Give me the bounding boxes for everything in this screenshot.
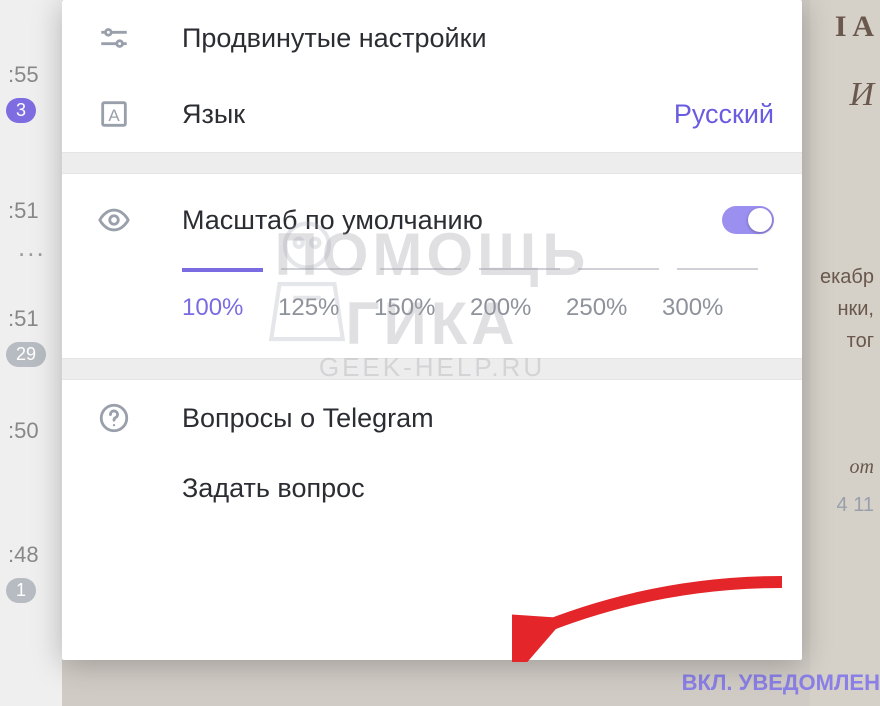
zoom-segment [380, 268, 461, 270]
zoom-slider[interactable]: 100% 125% 150% 200% 250% 300% [182, 268, 758, 324]
section-divider [62, 358, 802, 380]
chat-time: :55 [8, 62, 39, 88]
advanced-settings-label: Продвинутые настройки [182, 23, 774, 54]
settings-panel: Продвинутые настройки A Язык Русский Мас… [62, 0, 802, 660]
zoom-tick[interactable]: 100% [182, 294, 278, 322]
spacer-icon [90, 464, 138, 512]
default-zoom-row: Масштаб по умолчанию [62, 174, 802, 244]
typing-indicator: ... [18, 232, 46, 263]
chat-time: :50 [8, 418, 39, 444]
zoom-segment [281, 268, 362, 270]
zoom-toggle[interactable] [722, 206, 774, 234]
toggle-knob [748, 208, 772, 232]
unread-badge: 3 [6, 98, 36, 123]
zoom-tick[interactable]: 200% [470, 294, 566, 322]
advanced-settings-row[interactable]: Продвинутые настройки [62, 0, 802, 76]
ask-question-label: Задать вопрос [182, 473, 774, 504]
default-zoom-label: Масштаб по умолчанию [182, 205, 722, 236]
unread-badge: 1 [6, 578, 36, 603]
zoom-segment [578, 268, 659, 270]
telegram-faq-label: Вопросы о Telegram [182, 403, 774, 434]
svg-text:A: A [108, 106, 120, 125]
bg-text: I A [835, 10, 874, 44]
zoom-segment [479, 268, 560, 270]
unread-badge: 29 [6, 342, 46, 367]
chat-content-background: I A И екабр нки, тог от 4 11 [810, 0, 880, 706]
section-divider [62, 152, 802, 174]
bg-text: тог [847, 330, 874, 353]
bg-text: нки, [837, 298, 874, 321]
chat-time: :48 [8, 542, 39, 568]
language-icon: A [90, 90, 138, 138]
eye-icon [90, 196, 138, 244]
language-row[interactable]: A Язык Русский [62, 76, 802, 152]
language-value: Русский [674, 99, 774, 130]
notifications-toggle-label[interactable]: ВКЛ. УВЕДОМЛЕН [682, 670, 880, 696]
zoom-tick[interactable]: 250% [566, 294, 662, 322]
telegram-faq-row[interactable]: Вопросы о Telegram [62, 380, 802, 456]
help-icon [90, 394, 138, 442]
language-label: Язык [182, 99, 674, 130]
chat-time: :51 [8, 306, 39, 332]
bg-text: 4 11 [837, 494, 874, 517]
zoom-tick[interactable]: 300% [662, 294, 758, 322]
chat-sidebar: :55 3 :51 ... :51 29 :50 :48 1 [0, 0, 62, 706]
zoom-segment [677, 268, 758, 270]
annotation-arrow [512, 572, 792, 667]
bg-text: И [849, 76, 874, 114]
bg-text: екабр [820, 266, 874, 289]
zoom-tick[interactable]: 150% [374, 294, 470, 322]
zoom-segment [182, 268, 263, 272]
sliders-icon [90, 14, 138, 62]
zoom-tick[interactable]: 125% [278, 294, 374, 322]
bg-text: от [850, 456, 874, 479]
chat-time: :51 [8, 198, 39, 224]
ask-question-row[interactable]: Задать вопрос [62, 456, 802, 520]
